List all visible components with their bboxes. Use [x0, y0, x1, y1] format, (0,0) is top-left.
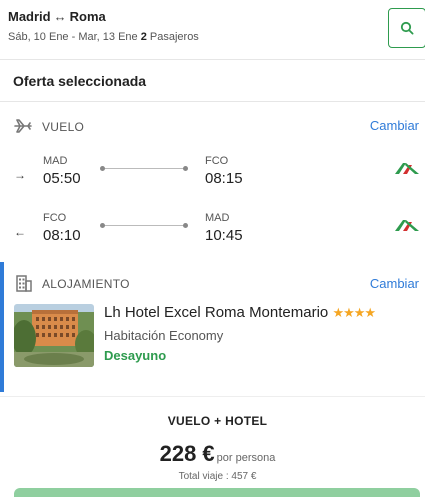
trip-meta: Sáb, 10 Ene - Mar, 13 Ene 2 Pasajeros [8, 31, 199, 43]
selected-offer-title: Oferta seleccionada [13, 73, 147, 89]
outbound-arrow-icon: → [14, 168, 26, 182]
bundle-label: VUELO + HOTEL [167, 414, 268, 428]
origin-city: Madrid [8, 9, 51, 24]
divider [0, 101, 425, 102]
alitalia-logo-icon [395, 220, 419, 231]
change-hotel-link[interactable]: Cambiar [370, 276, 419, 291]
departure-airport-code: MAD [43, 155, 68, 167]
hotel-name[interactable]: Lh Hotel Excel Roma Montemario ★★★★ [104, 304, 376, 321]
track-end-dot [183, 223, 188, 228]
search-button[interactable] [388, 8, 425, 48]
arrival-time: 08:15 [205, 170, 243, 187]
star-rating: ★★★★ [332, 305, 376, 320]
flight-label: VUELO [42, 120, 85, 134]
track-end-dot [183, 166, 188, 171]
meal-plan: Desayuno [104, 348, 167, 363]
round-trip-arrow-icon: ↔ [53, 9, 67, 24]
return-arrow-icon: ← [14, 225, 26, 239]
track-start-dot [100, 166, 105, 171]
departure-time: 08:10 [43, 227, 81, 244]
change-flight-link[interactable]: Cambiar [370, 118, 419, 133]
plane-icon [14, 119, 32, 133]
trip-dates: Sáb, 10 Ene - Mar, 13 Ene [8, 31, 138, 43]
building-icon [16, 275, 32, 292]
track-start-dot [100, 223, 105, 228]
passengers-label: Pasajeros [149, 31, 199, 43]
price-per-person: 228 € por persona [0, 441, 425, 467]
flight-duration-line [100, 166, 188, 171]
search-summary-header: Madrid ↔ Roma Sáb, 10 Ene - Mar, 13 Ene 2 … [0, 0, 425, 60]
hotel-photo[interactable] [14, 304, 94, 367]
book-button[interactable] [14, 488, 420, 497]
arrival-airport-code: MAD [205, 212, 230, 224]
room-type: Habitación Economy [104, 328, 224, 343]
flight-leg-return: ← FCO 08:10 MAD 10:45 [0, 212, 425, 256]
accommodation-label: ALOJAMIENTO [42, 277, 130, 291]
alitalia-logo-icon [395, 163, 419, 174]
departure-airport-code: FCO [43, 212, 67, 224]
flight-duration-line [100, 223, 188, 228]
arrival-airport-code: FCO [205, 155, 229, 167]
flight-section-header: VUELO Cambiar [0, 112, 425, 140]
route-title: Madrid ↔ Roma [8, 9, 106, 24]
price-amount: 228 € [159, 441, 215, 466]
destination-city: Roma [69, 9, 106, 24]
per-person-label: por persona [216, 452, 276, 464]
search-icon [400, 21, 414, 35]
arrival-time: 10:45 [205, 227, 243, 244]
hotel-name-text: Lh Hotel Excel Roma Montemario [104, 304, 329, 321]
departure-time: 05:50 [43, 170, 81, 187]
divider [0, 396, 425, 397]
total-trip-price: Total viaje : 457 € [178, 471, 257, 482]
accommodation-section: ALOJAMIENTO Cambiar Lh Hotel Excel Roma … [0, 262, 425, 392]
flight-leg-outbound: → MAD 05:50 FCO 08:15 [0, 155, 425, 199]
passengers-count: 2 [140, 31, 147, 43]
